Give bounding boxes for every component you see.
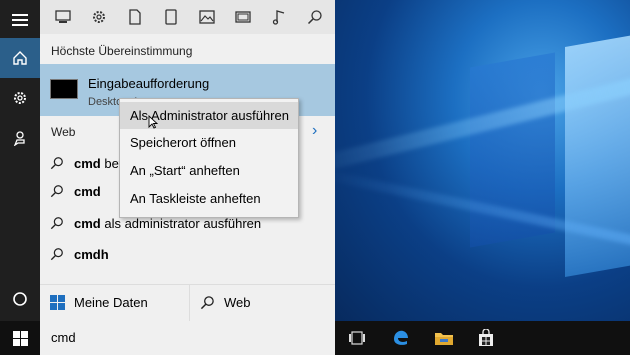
suggestion-bold: cmd (74, 184, 101, 199)
bottom-scope-row: Meine Daten Web (40, 284, 335, 321)
apps-filter-icon[interactable] (54, 8, 72, 26)
settings-icon[interactable] (0, 78, 40, 118)
edge-icon[interactable] (388, 326, 414, 350)
open-location-menu-item[interactable]: Speicherort öffnen (120, 129, 298, 156)
my-data-label: Meine Daten (74, 295, 148, 310)
hamburger-menu-icon[interactable] (0, 0, 40, 40)
search-icon (50, 184, 64, 201)
best-match-title: Eingabeaufforderung (88, 76, 210, 91)
pin-to-start-menu-item[interactable]: An „Start“ anheften (120, 157, 298, 184)
photos-filter-icon[interactable] (198, 8, 216, 26)
run-as-admin-menu-item[interactable]: Als Administrator ausführen (120, 102, 298, 129)
web-heading: Web (51, 125, 76, 139)
tablet-filter-icon[interactable] (162, 8, 180, 26)
command-prompt-icon (50, 79, 78, 99)
file-explorer-icon[interactable] (431, 326, 457, 350)
start-left-rail (0, 0, 40, 321)
cortana-icon[interactable] (0, 279, 40, 319)
mouse-cursor-icon (148, 114, 159, 134)
my-data-button[interactable]: Meine Daten (40, 285, 188, 321)
web-suggestion[interactable]: cmdh (40, 241, 335, 269)
suggestion-bold: cmdh (74, 247, 109, 262)
documents-filter-icon[interactable] (126, 8, 144, 26)
web-button[interactable]: Web (189, 285, 335, 321)
web-label: Web (224, 295, 251, 310)
store-icon[interactable] (473, 326, 499, 350)
search-icon (50, 156, 64, 173)
desktop-wallpaper (335, 0, 630, 321)
search-filter-icon[interactable] (306, 8, 324, 26)
search-icon (50, 216, 64, 233)
windows-logo-icon (50, 295, 65, 315)
task-view-icon[interactable] (344, 326, 370, 350)
taskbar-search-box[interactable]: cmd (40, 321, 335, 355)
chevron-right-icon[interactable]: › (312, 122, 317, 140)
settings-filter-icon[interactable] (90, 8, 108, 26)
pin-to-taskbar-menu-item[interactable]: An Taskleiste anheften (120, 185, 298, 212)
best-match-heading: Höchste Übereinstimmung (51, 44, 193, 58)
home-icon[interactable] (0, 38, 40, 78)
suggestion-bold: cmd (74, 216, 101, 231)
context-menu: Als Administrator ausführen Speicherort … (119, 98, 299, 218)
feedback-icon[interactable] (0, 118, 40, 158)
suggestion-rest: als administrator ausführen (100, 216, 262, 231)
suggestion-bold: cmd (74, 156, 101, 171)
windows-logo-icon (12, 330, 28, 346)
search-icon (200, 295, 215, 315)
taskbar: cmd (0, 321, 630, 355)
search-icon (50, 247, 64, 264)
videos-filter-icon[interactable] (234, 8, 252, 26)
filter-bar (40, 0, 335, 34)
search-query-text: cmd (51, 330, 76, 345)
start-button[interactable] (0, 321, 40, 355)
music-filter-icon[interactable] (270, 8, 288, 26)
